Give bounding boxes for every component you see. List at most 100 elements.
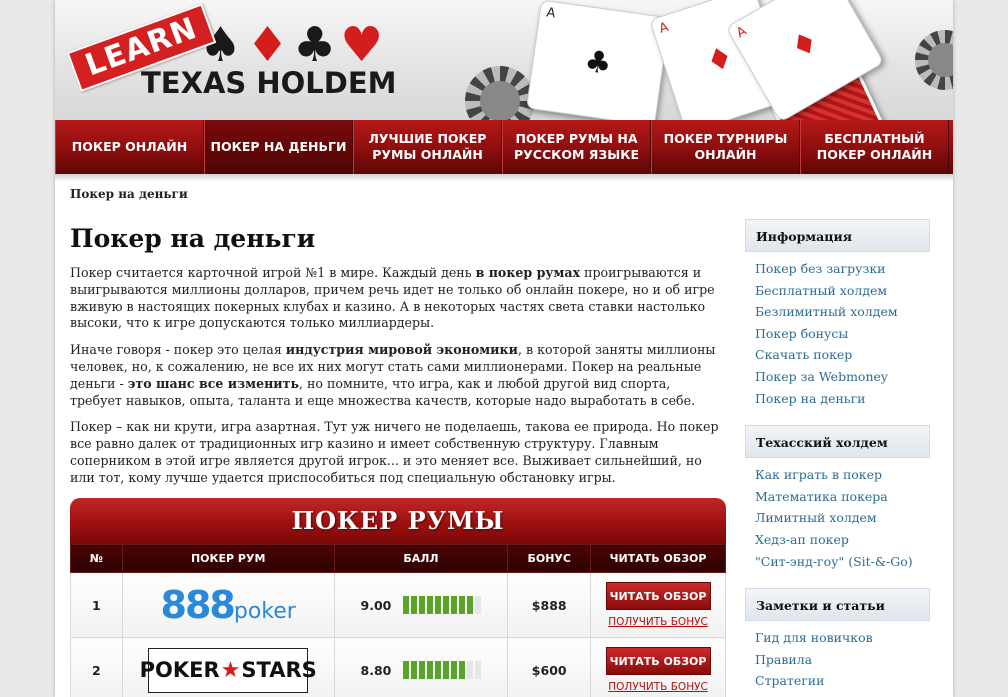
sidebar-link[interactable]: Как играть в покер [745, 464, 930, 486]
rating-segment [475, 661, 482, 679]
rating-segment [459, 661, 466, 679]
read-review-button[interactable]: ЧИТАТЬ ОБЗОР [605, 647, 711, 675]
column-header: № [70, 544, 123, 573]
nav-shadow [55, 174, 953, 182]
rating-segment [467, 596, 474, 614]
rating-segment [443, 596, 450, 614]
sidebar-block-holdem: Техасский холдем Как играть в покер Мате… [745, 425, 930, 572]
nav-item-free-poker[interactable]: БЕСПЛАТНЫЙ ПОКЕР ОНЛАЙН [800, 120, 949, 174]
paragraph-intro: Покер считается карточной игрой №1 в мир… [70, 265, 726, 332]
sidebar-link[interactable]: Покер без загрузки [745, 258, 930, 280]
bonus-cell: $600 [507, 637, 592, 697]
page: A ♣ A ♦ A ♦ ♠ ♦ ♣ ♥ TEXAS HOLDEM LEARN П… [55, 0, 953, 697]
rooms-heading: ПОКЕР РУМЫ [70, 498, 726, 544]
logo-text: poker [233, 599, 296, 624]
score-cell: 9.00 [333, 572, 509, 638]
rating-segment [475, 596, 482, 614]
poker-rooms-table: ПОКЕР РУМЫ № ПОКЕР РУМ БАЛЛ БОНУС ЧИТАТЬ… [70, 498, 726, 697]
sidebar: Информация Покер без загрузки Бесплатный… [745, 219, 930, 697]
sidebar-link[interactable]: Покер на деньги [745, 388, 930, 410]
site-logo-text[interactable]: TEXAS HOLDEM [141, 68, 397, 98]
bold-text: это шанс все изменить [127, 375, 299, 391]
page-title: Покер на деньги [70, 224, 316, 253]
rating-bar [403, 661, 482, 679]
poker-chip-graphic [915, 30, 953, 90]
diamonds-suit-icon: ♦ [784, 23, 826, 67]
sidebar-title: Техасский холдем [745, 425, 930, 459]
logo-text: STARS [241, 658, 317, 682]
review-cell: ЧИТАТЬ ОБЗОР ПОЛУЧИТЬ БОНУС [590, 572, 726, 638]
sidebar-title: Информация [745, 219, 930, 252]
review-cell: ЧИТАТЬ ОБЗОР ПОЛУЧИТЬ БОНУС [590, 637, 726, 697]
playing-card-graphic: A ♣ [525, 0, 671, 120]
main-content: Покер на деньги Покер считается карточно… [70, 222, 726, 497]
rooms-table: № ПОКЕР РУМ БАЛЛ БОНУС ЧИТАТЬ ОБЗОР 1 88… [70, 544, 726, 697]
room-logo-cell[interactable]: 888poker [121, 572, 335, 638]
bonus-cell: $888 [507, 572, 592, 638]
score-value: 9.00 [360, 597, 392, 613]
888poker-logo[interactable]: 888poker [161, 583, 296, 627]
read-review-button[interactable]: ЧИТАТЬ ОБЗОР [605, 582, 711, 610]
column-header: БАЛЛ [333, 544, 509, 573]
room-logo-cell[interactable]: POKER ★ STARS [121, 637, 335, 697]
sidebar-link[interactable]: Бесплатный холдем [745, 280, 930, 302]
sidebar-link[interactable]: Скачать покер [745, 344, 930, 366]
nav-item-russian-rooms[interactable]: ПОКЕР РУМЫ НА РУССКОМ ЯЗЫКЕ [502, 120, 651, 174]
pokerstars-logo[interactable]: POKER ★ STARS [140, 647, 317, 693]
score-cell: 8.80 [333, 637, 509, 697]
rating-bar [403, 596, 482, 614]
rating-segment [403, 596, 410, 614]
sidebar-link[interactable]: Безлимитный холдем [745, 301, 930, 323]
paragraph-industry: Иначе говоря - покер это целая индустрия… [70, 342, 726, 409]
sidebar-link[interactable]: Стратегии [745, 670, 930, 692]
clubs-suit-icon: ♣ [582, 43, 614, 83]
nav-item-tournaments[interactable]: ПОКЕР ТУРНИРЫ ОНЛАЙН [651, 120, 800, 174]
table-row: 1 888poker 9.00 $888 ЧИТАТЬ ОБЗОР ПОЛУЧИ… [70, 572, 726, 638]
score-value: 8.80 [360, 662, 392, 678]
rating-segment [451, 596, 458, 614]
main-nav: ПОКЕР ОНЛАЙН ПОКЕР НА ДЕНЬГИ ЛУЧШИЕ ПОКЕ… [55, 120, 953, 174]
star-icon: ★ [220, 657, 241, 683]
diamond-icon: ♦ [246, 17, 290, 73]
rating-segment [411, 596, 418, 614]
text: Иначе говоря - покер это целая [70, 342, 286, 358]
club-icon: ♣ [293, 17, 337, 73]
heart-icon: ♥ [340, 17, 384, 73]
site-header: A ♣ A ♦ A ♦ ♠ ♦ ♣ ♥ TEXAS HOLDEM LEARN [55, 0, 953, 120]
sidebar-link[interactable]: Гид для новичков [745, 627, 930, 649]
sidebar-link[interactable]: Математика покера [745, 486, 930, 508]
rank-cell: 2 [70, 637, 123, 697]
nav-item-poker-online[interactable]: ПОКЕР ОНЛАЙН [55, 120, 204, 174]
poker-chip-graphic [465, 66, 535, 120]
rating-segment [427, 661, 434, 679]
nav-item-best-rooms[interactable]: ЛУЧШИЕ ПОКЕР РУМЫ ОНЛАЙН [353, 120, 502, 174]
rating-segment [403, 661, 410, 679]
bold-text: индустрия мировой экономики [285, 342, 518, 358]
rank-cell: 1 [70, 572, 123, 638]
table-header-row: № ПОКЕР РУМ БАЛЛ БОНУС ЧИТАТЬ ОБЗОР [70, 544, 726, 573]
column-header: БОНУС [507, 544, 592, 573]
get-bonus-link[interactable]: ПОЛУЧИТЬ БОНУС [591, 616, 725, 628]
column-header: ЧИТАТЬ ОБЗОР [590, 544, 726, 573]
rating-segment [435, 661, 442, 679]
sidebar-link[interactable]: Лимитный холдем [745, 507, 930, 529]
rating-segment [411, 661, 418, 679]
nav-item-poker-for-money[interactable]: ПОКЕР НА ДЕНЬГИ [204, 120, 353, 174]
rating-segment [451, 661, 458, 679]
logo-suits: ♠ ♦ ♣ ♥ [199, 20, 383, 70]
get-bonus-link[interactable]: ПОЛУЧИТЬ БОНУС [591, 681, 725, 693]
rating-segment [435, 596, 442, 614]
logo-text: POKER [139, 658, 220, 682]
sidebar-link[interactable]: Правила [745, 649, 930, 671]
rating-segment [419, 661, 426, 679]
sidebar-link[interactable]: "Сит-энд-гоу" (Sit-&-Go) [745, 551, 930, 573]
rating-segment [427, 596, 434, 614]
rating-segment [443, 661, 450, 679]
text: Покер считается карточной игрой №1 в мир… [70, 265, 476, 280]
rating-segment [467, 661, 474, 679]
sidebar-title: Заметки и статьи [745, 588, 930, 622]
sidebar-link[interactable]: Покер за Webmoney [745, 366, 930, 388]
logo-text: 888 [160, 583, 236, 627]
sidebar-link[interactable]: Хедз-ап покер [745, 529, 930, 551]
sidebar-link[interactable]: Покер бонусы [745, 323, 930, 345]
